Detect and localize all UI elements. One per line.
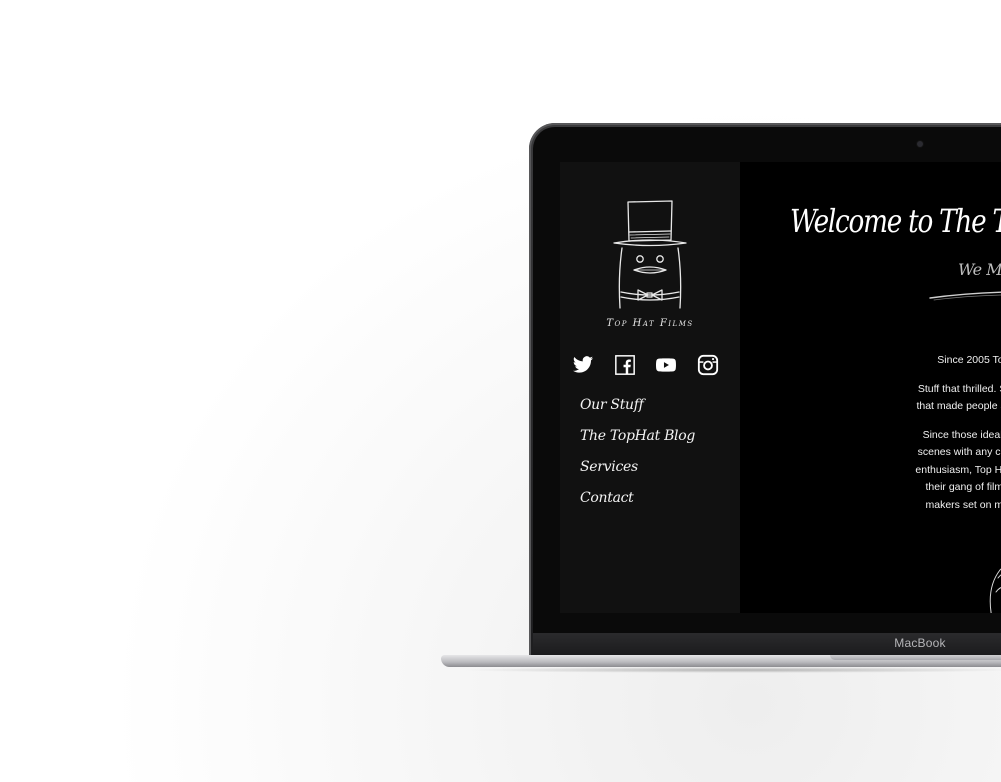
text-line: their gang of film fans into a: [925, 481, 1001, 493]
main-nav: Our Stuff The TopHat Blog Services Conta…: [580, 397, 730, 521]
intro-text: Since 2005 Top Hat Fil Stuff that thrill…: [840, 352, 1001, 525]
mockup-stage: Top Hat Films Our Stuff The TopHat Blog …: [0, 0, 1001, 782]
text-line: makers set on making the n: [925, 498, 1001, 511]
paragraph-3: Since those idealistic days of scenes wi…: [840, 427, 1001, 515]
nav-item-contact[interactable]: Contact: [580, 490, 730, 521]
laptop-shadow: [460, 667, 1001, 673]
divider-swash-icon: [929, 291, 1001, 301]
device-brand-label: MacBook: [894, 636, 946, 650]
paragraph-2: Stuff that thrilled. Stuff that chill th…: [840, 381, 1001, 416]
text-line: Stuff that thrilled. Stuff that chill: [917, 382, 1001, 395]
paragraph-1: Since 2005 Top Hat Fil: [840, 352, 1001, 370]
facebook-icon[interactable]: [614, 354, 636, 376]
twitter-icon[interactable]: [572, 354, 594, 376]
site-logo[interactable]: Top Hat Films: [600, 196, 700, 336]
laptop-base-notch: [830, 655, 1001, 660]
text-line: Since 2005 Top Hat Fil: [937, 354, 1001, 366]
nav-item-services[interactable]: Services: [580, 459, 730, 490]
nav-item-blog[interactable]: The TopHat Blog: [580, 428, 730, 459]
character-sketch-icon: [989, 568, 1001, 613]
nav-item-our-stuff[interactable]: Our Stuff: [580, 397, 730, 428]
top-hat-mascot-icon: [613, 200, 687, 309]
website-screen: Top Hat Films Our Stuff The TopHat Blog …: [560, 162, 1001, 613]
text-line: Since those idealistic days of: [922, 428, 1001, 441]
page-title: Welcome to The To: [790, 202, 1001, 240]
instagram-icon[interactable]: [697, 354, 719, 376]
sidebar: Top Hat Films Our Stuff The TopHat Blog …: [560, 162, 740, 613]
camera-icon: [917, 141, 923, 147]
text-line: enthusiasm, Top Hat Films have: [915, 463, 1001, 476]
youtube-icon[interactable]: [655, 354, 677, 376]
logo-text: Top Hat Films: [606, 318, 694, 329]
main-content: Welcome to The To We Ma Since 2005 Top H…: [740, 162, 1001, 613]
page-subtitle: We Ma: [958, 260, 1001, 279]
text-line: scenes with any camcorder the: [917, 446, 1001, 458]
text-line: that made people smile. More o: [916, 400, 1001, 412]
